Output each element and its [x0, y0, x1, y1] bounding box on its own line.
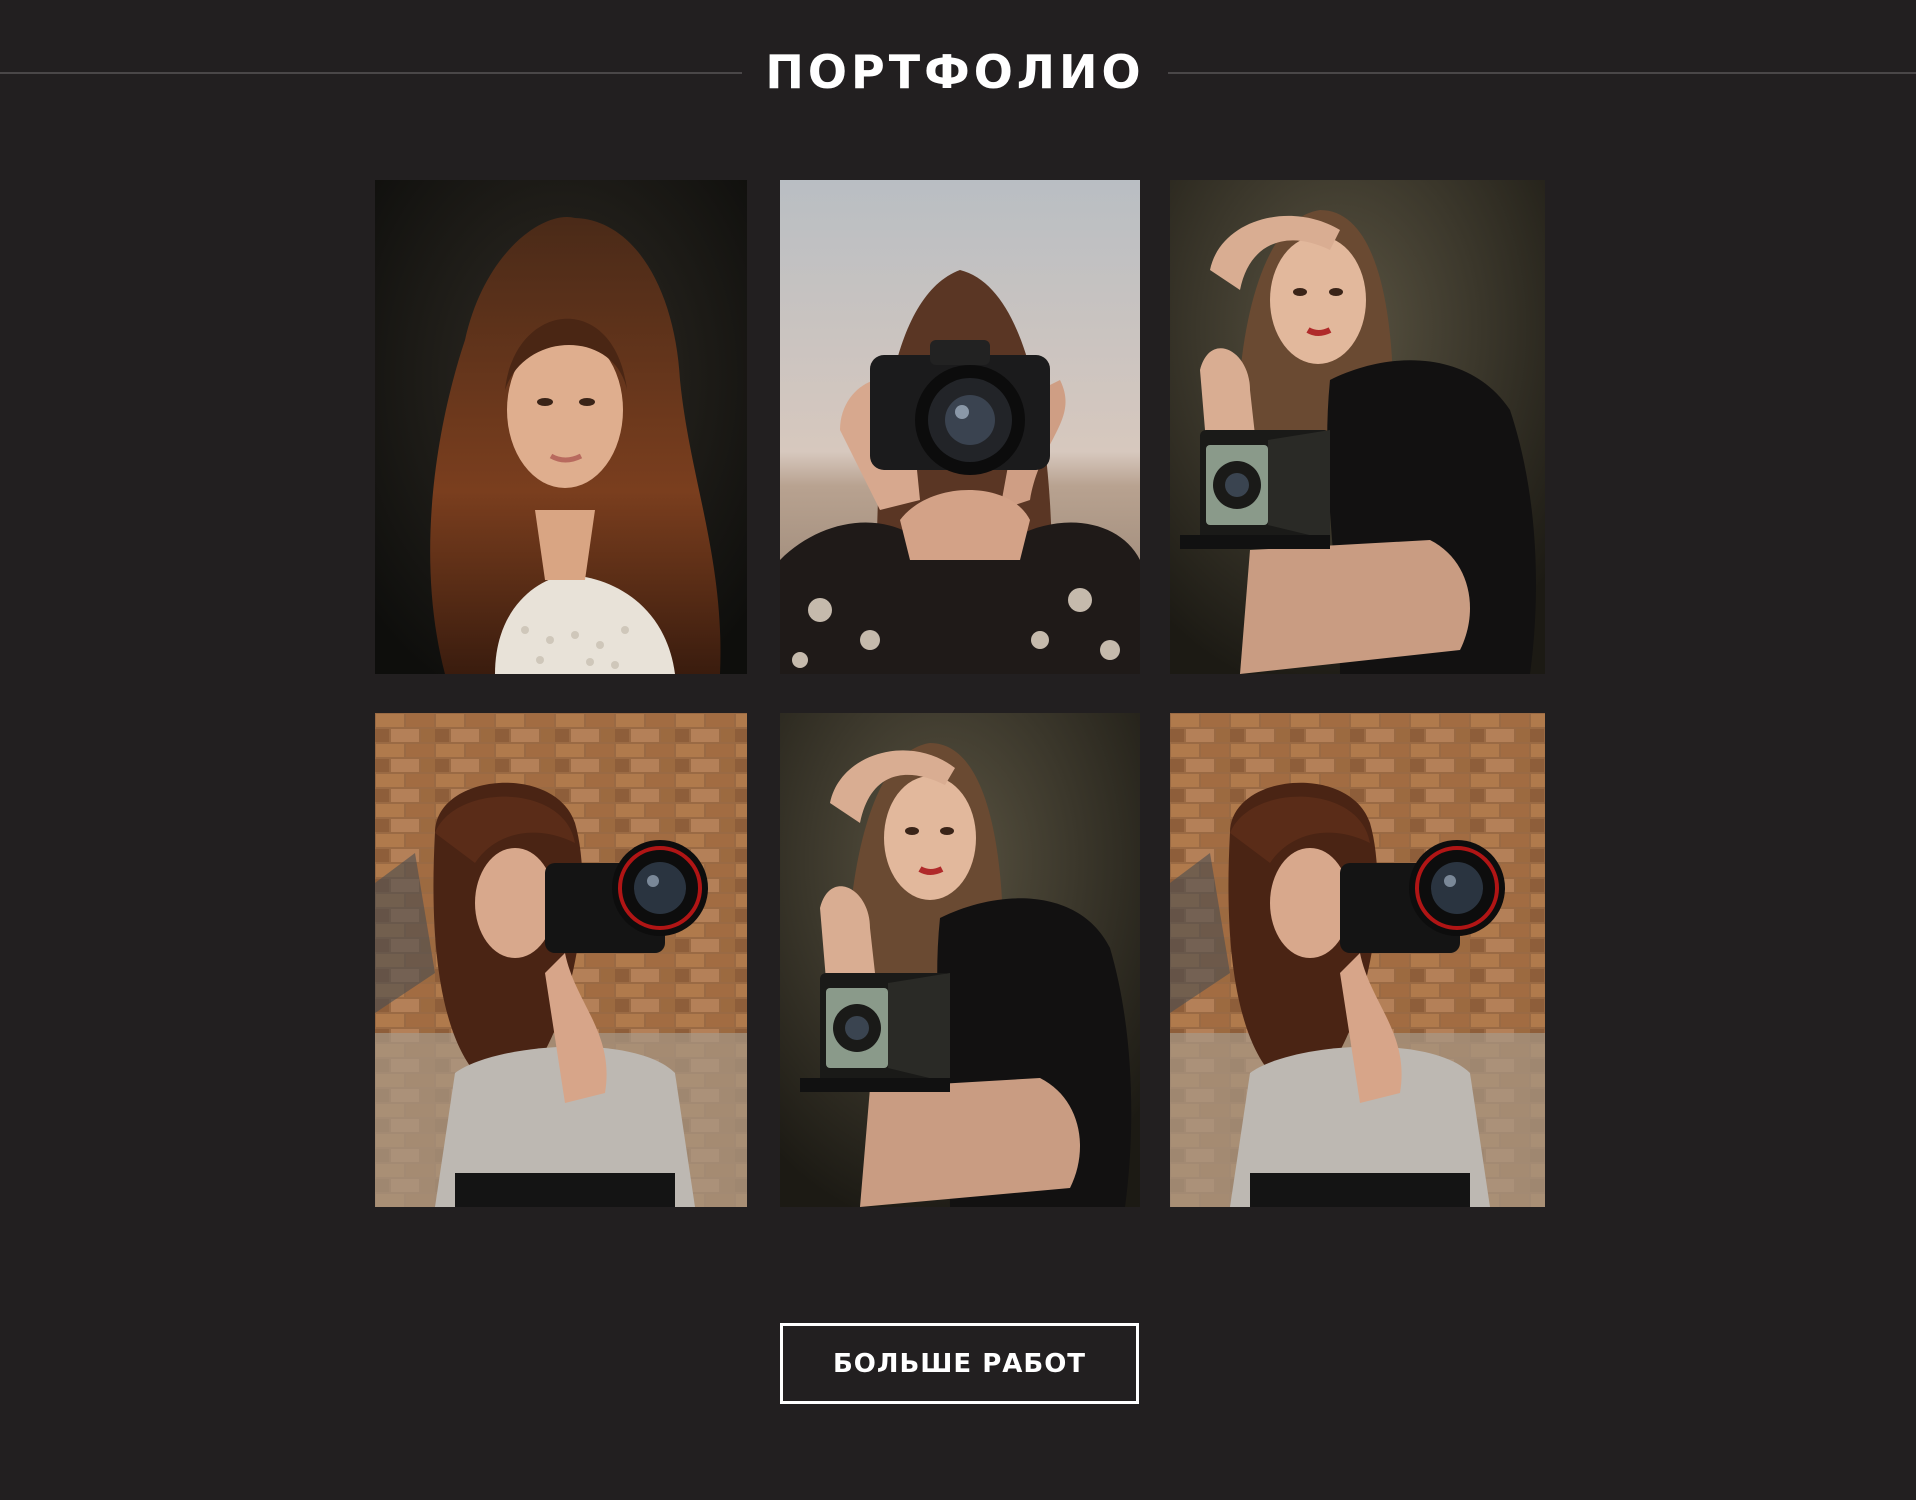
portfolio-section: ПОРТФОЛИО БОЛЬШЕ РАБОТ	[0, 0, 1916, 1500]
section-title: ПОРТФОЛИО	[765, 45, 1145, 99]
title-divider-left	[0, 72, 742, 74]
portfolio-photo-4[interactable]	[375, 713, 747, 1207]
portfolio-photo-1[interactable]	[375, 180, 747, 674]
portfolio-photo-3[interactable]	[1170, 180, 1545, 674]
portfolio-photo-5[interactable]	[780, 713, 1140, 1207]
portfolio-photo-6[interactable]	[1170, 713, 1545, 1207]
title-divider-right	[1168, 72, 1916, 74]
portfolio-photo-2[interactable]	[780, 180, 1140, 674]
more-works-button[interactable]: БОЛЬШЕ РАБОТ	[780, 1323, 1139, 1404]
